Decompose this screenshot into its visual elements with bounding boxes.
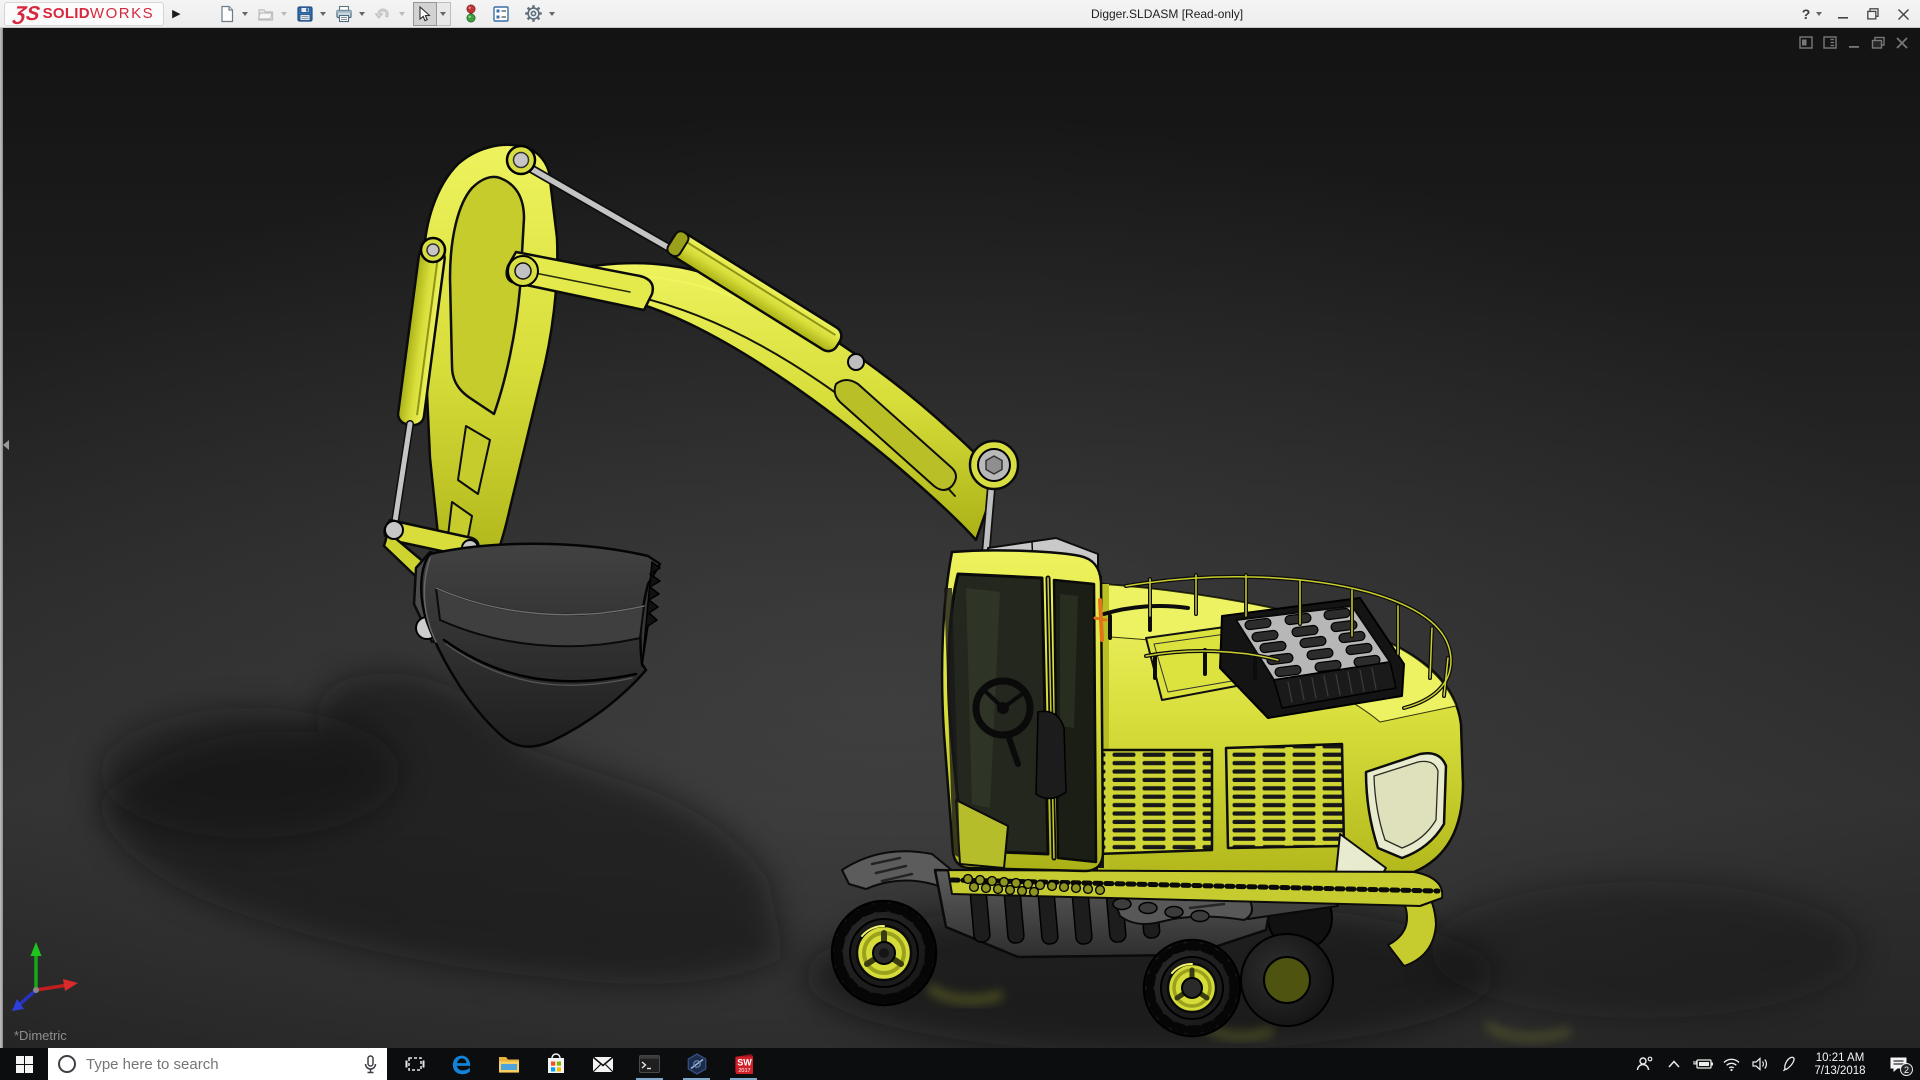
options-gear-icon: [524, 5, 542, 22]
store-button[interactable]: [532, 1048, 579, 1080]
pen-button[interactable]: [1775, 1048, 1804, 1080]
solidworks-button[interactable]: SW 2017: [720, 1048, 767, 1080]
clock-date: 7/13/2018: [1814, 1064, 1866, 1077]
reference-triad: [12, 942, 78, 1011]
standard-toolbar: [215, 1, 561, 26]
file-properties-icon: [492, 5, 509, 22]
view-orientation-label: *Dimetric: [14, 1028, 67, 1043]
task-view-button[interactable]: [391, 1048, 438, 1080]
taskbar-clock[interactable]: 10:21 AM 7/13/2018: [1804, 1051, 1876, 1078]
pen-icon: [1782, 1056, 1795, 1072]
print-icon: [335, 5, 352, 22]
menu-flyout-arrow-icon[interactable]: ▶: [172, 7, 180, 20]
notification-badge: 2: [1900, 1063, 1913, 1076]
select-dropdown[interactable]: [436, 1, 451, 26]
rebuild-traffic-light-icon: [466, 4, 476, 23]
start-button[interactable]: [0, 1048, 48, 1080]
save-icon: [296, 5, 313, 22]
network-button[interactable]: [1717, 1048, 1746, 1080]
print-button[interactable]: [332, 2, 356, 26]
save-button[interactable]: [293, 2, 317, 26]
cab: [940, 549, 1108, 873]
minimize-button[interactable]: [1828, 0, 1858, 28]
taskbar-search[interactable]: [48, 1048, 387, 1080]
svg-text:2017: 2017: [738, 1068, 750, 1074]
restore-button[interactable]: [1858, 0, 1888, 28]
select-button[interactable]: [412, 1, 437, 26]
people-icon: [1636, 1056, 1653, 1071]
wifi-icon: [1723, 1058, 1740, 1071]
rebuild-button[interactable]: [461, 2, 481, 26]
solidworks-app-icon: SW 2017: [734, 1054, 753, 1074]
microphone-icon[interactable]: [363, 1054, 378, 1074]
mail-button[interactable]: [579, 1048, 626, 1080]
close-button[interactable]: [1888, 0, 1918, 28]
file-properties-button[interactable]: [489, 2, 513, 26]
new-document-icon: [220, 5, 233, 22]
undo-icon: [373, 8, 389, 19]
command-prompt-button[interactable]: [626, 1048, 673, 1080]
battery-icon: [1692, 1059, 1713, 1069]
cad-viewer-hexagon-icon: [687, 1053, 706, 1075]
help-button[interactable]: ?: [1798, 0, 1828, 28]
action-center-button[interactable]: 2: [1876, 1048, 1920, 1080]
volume-button[interactable]: [1746, 1048, 1775, 1080]
windows-logo-icon: [15, 1055, 33, 1073]
excavator-arm: [382, 143, 1020, 748]
open-button[interactable]: [254, 2, 278, 26]
options-button[interactable]: [521, 2, 546, 26]
chevron-up-icon: [1667, 1060, 1680, 1068]
solidworks-logo[interactable]: ƷS SOLID WORKS: [4, 1, 165, 26]
file-explorer-button[interactable]: [485, 1048, 532, 1080]
people-button[interactable]: [1630, 1048, 1659, 1080]
new-document-button[interactable]: [215, 2, 239, 26]
windows-taskbar: SW 2017: [0, 1048, 1920, 1080]
file-explorer-icon: [498, 1056, 519, 1073]
clock-time: 10:21 AM: [1815, 1051, 1865, 1064]
svg-text:SW: SW: [737, 1058, 752, 1068]
wheel-front-left: [830, 899, 938, 1007]
document-title: Digger.SLDASM [Read-only]: [1091, 7, 1244, 21]
engine-grille-right: [1224, 742, 1346, 850]
brand-solid: SOLID: [42, 5, 90, 22]
solidworks-glyph-icon: ƷS: [12, 2, 42, 25]
task-view-icon: [405, 1057, 424, 1071]
titlebar: ƷS SOLID WORKS ▶ Digger.SLDASM [Read-onl…: [0, 0, 1920, 28]
select-cursor-icon: [419, 5, 431, 21]
engine-grille-left: [1094, 748, 1214, 856]
cad-viewer-button[interactable]: [673, 1048, 720, 1080]
hidden-icons-button[interactable]: [1659, 1048, 1688, 1080]
brand-works: WORKS: [89, 5, 155, 22]
graphics-area[interactable]: *Dimetric: [0, 28, 1920, 1048]
edge-button[interactable]: [438, 1048, 485, 1080]
open-folder-icon: [257, 8, 273, 21]
mail-icon: [591, 1055, 614, 1072]
edge-icon: [452, 1055, 470, 1075]
undo-button[interactable]: [371, 2, 396, 26]
store-icon: [547, 1053, 564, 1073]
cortana-icon: [58, 1055, 76, 1073]
excavator-model[interactable]: [0, 28, 1920, 1048]
search-input[interactable]: [86, 1055, 354, 1073]
command-prompt-icon: [639, 1055, 660, 1073]
battery-button[interactable]: [1688, 1048, 1717, 1080]
speaker-icon: [1752, 1057, 1767, 1071]
wheel-rear-left: [1142, 938, 1242, 1038]
